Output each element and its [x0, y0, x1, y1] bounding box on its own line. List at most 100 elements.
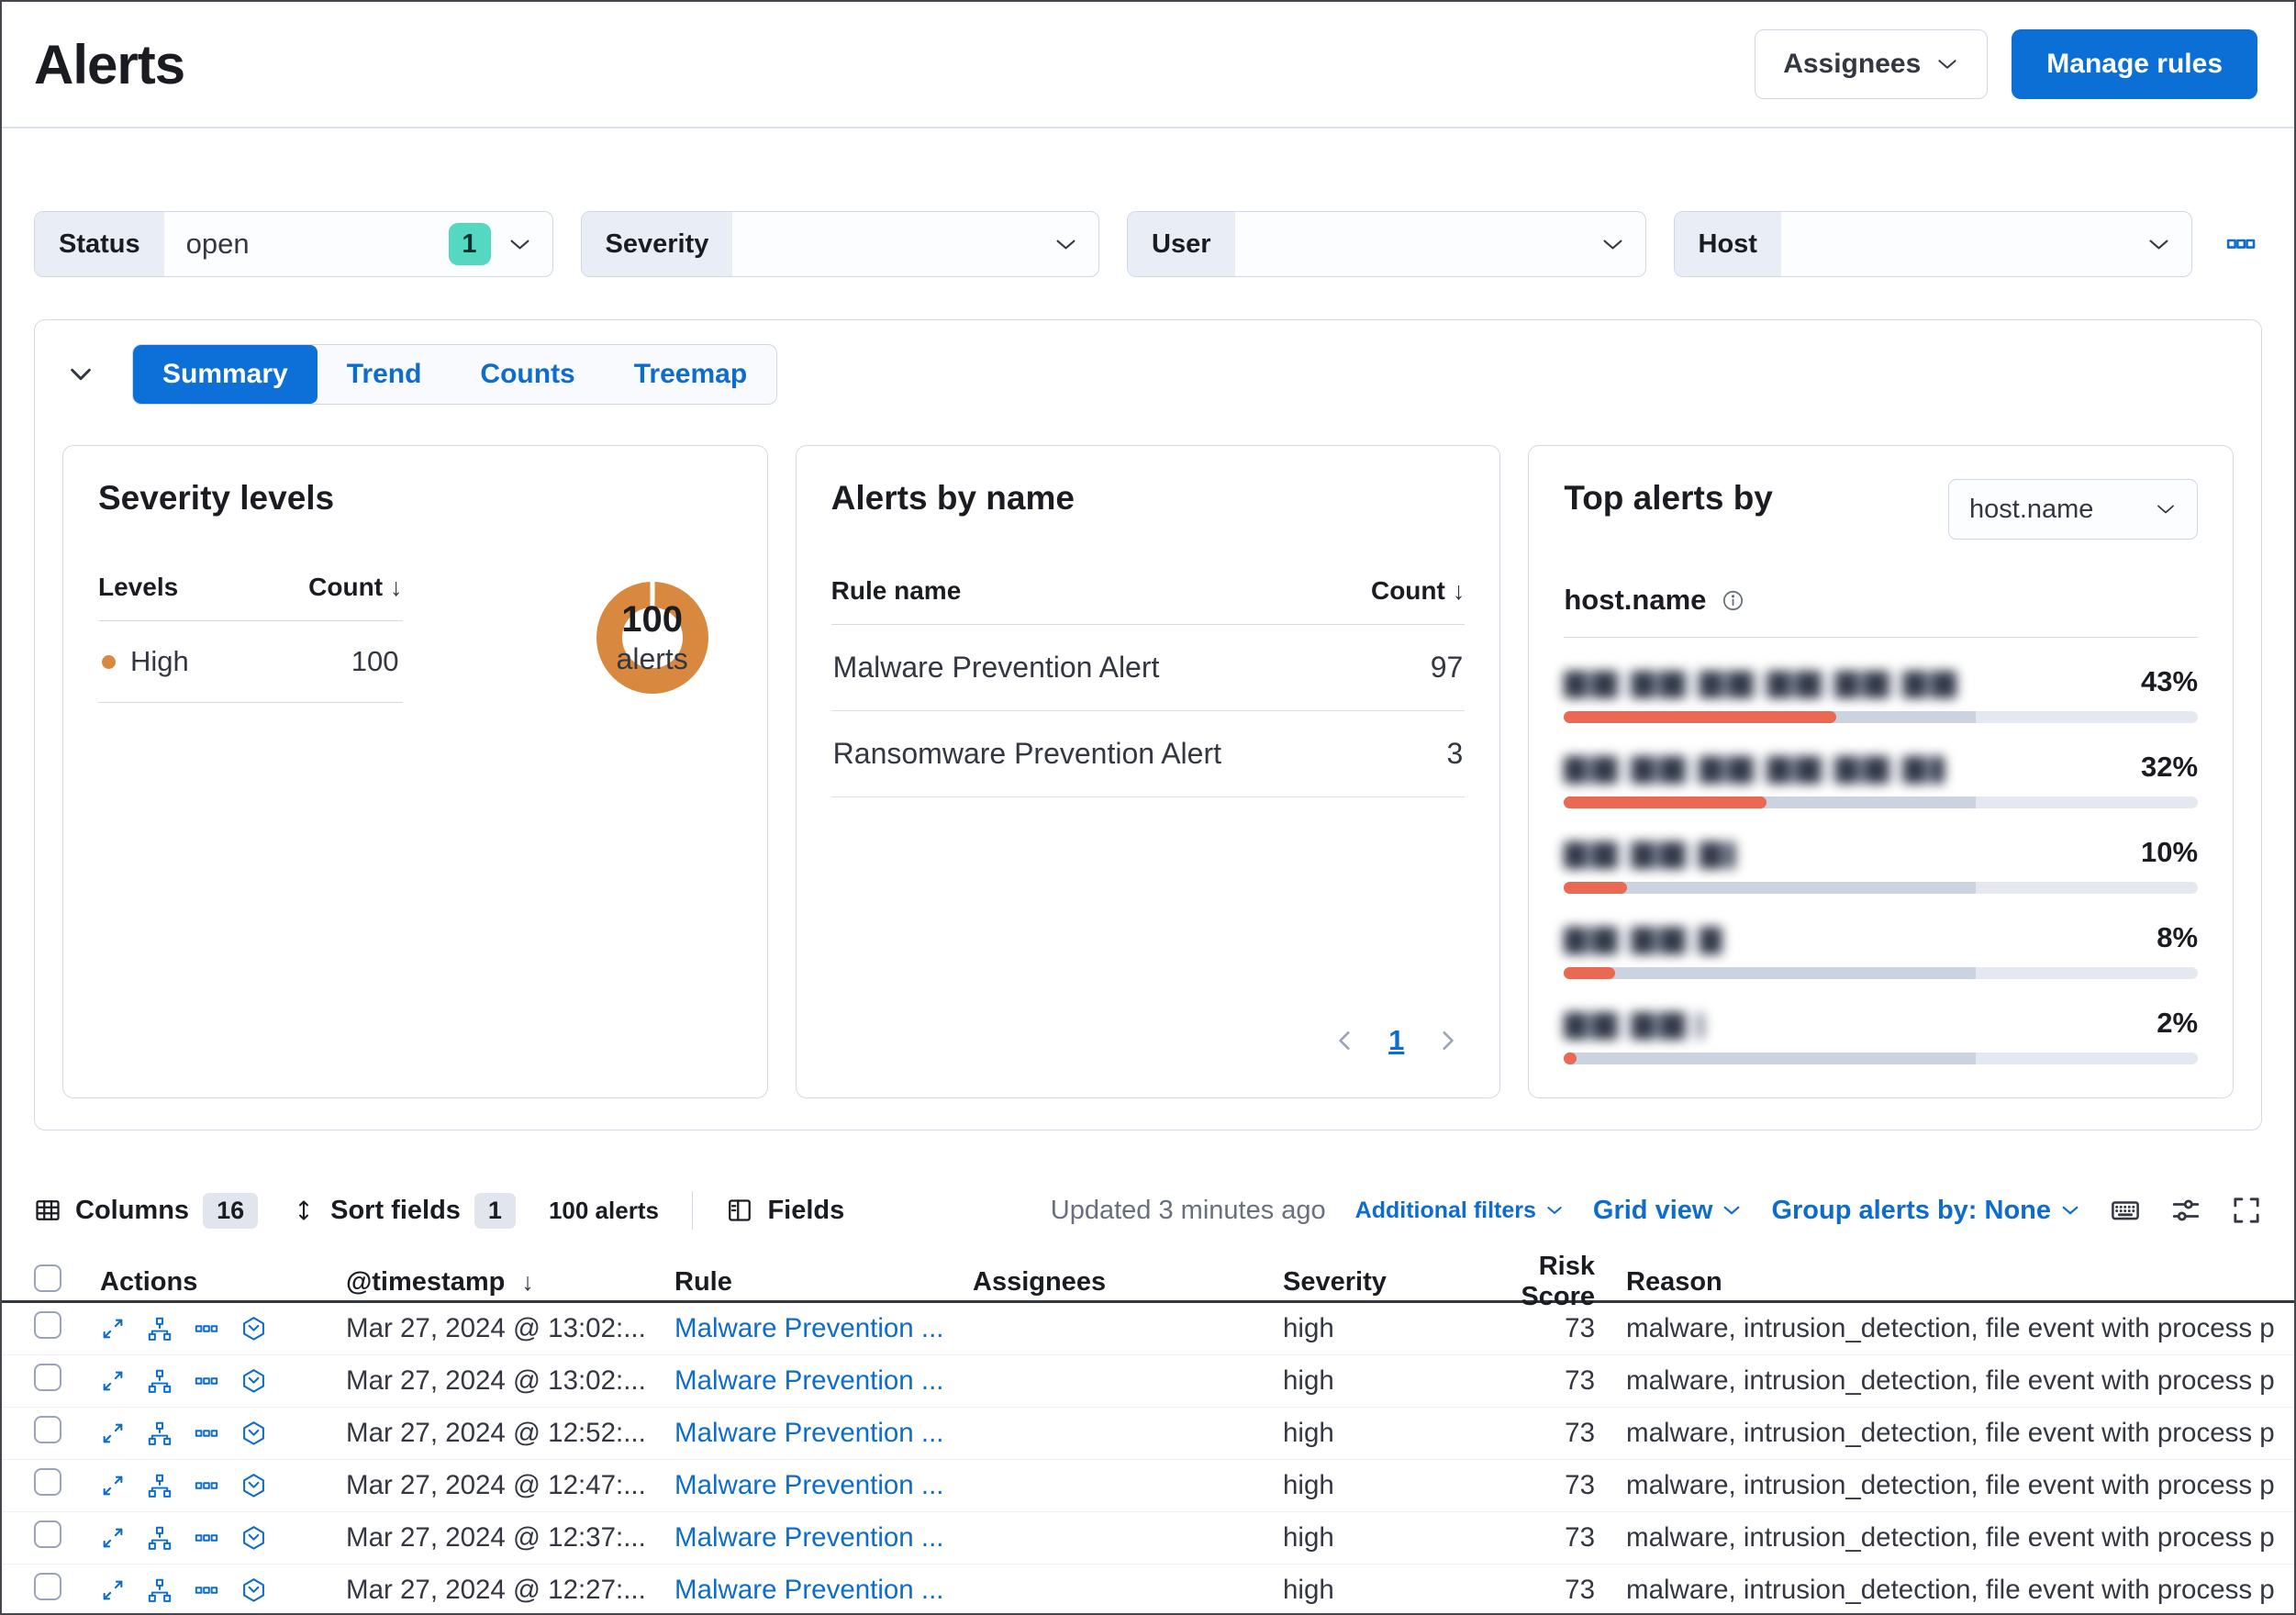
timestamp-column-header[interactable]: @timestamp ↓: [346, 1267, 674, 1298]
tab-trend[interactable]: Trend: [318, 345, 451, 404]
page-header: Alerts Assignees Manage rules: [2, 2, 2294, 99]
analyze-event-icon[interactable]: [147, 1525, 173, 1551]
rule-link[interactable]: Malware Prevention ...: [674, 1575, 944, 1605]
grid-settings-icon[interactable]: [2170, 1195, 2201, 1226]
severity-cell: high: [1283, 1522, 1334, 1553]
updated-status: Updated 3 minutes ago: [1050, 1195, 1326, 1225]
severity-level-row: High 100: [98, 621, 403, 703]
toolbar-divider: [691, 1191, 694, 1230]
assignees-column-header[interactable]: Assignees: [973, 1267, 1283, 1298]
top-alerts-row: 32%: [1564, 751, 2199, 808]
alerts-by-name-row: Ransomware Prevention Alert 3: [830, 711, 1466, 797]
severity-donut-chart: 100 alerts: [596, 582, 708, 694]
timestamp-cell: Mar 27, 2024 @ 13:02:...: [346, 1313, 646, 1343]
collapse-panel-icon[interactable]: [62, 356, 99, 393]
rule-column-header[interactable]: Rule: [674, 1267, 973, 1298]
columns-button[interactable]: Columns 16: [34, 1192, 259, 1229]
rule-name-cell: Ransomware Prevention Alert: [832, 737, 1221, 770]
rule-link[interactable]: Malware Prevention ...: [674, 1313, 944, 1343]
severity-cell: high: [1283, 1313, 1334, 1343]
expand-alert-icon[interactable]: [100, 1420, 126, 1446]
analyze-event-icon[interactable]: [147, 1577, 173, 1603]
chevron-down-icon: [1053, 232, 1078, 257]
sort-fields-button[interactable]: Sort fields 1: [291, 1192, 516, 1229]
session-view-icon[interactable]: [240, 1420, 267, 1447]
manage-rules-button[interactable]: Manage rules: [2012, 29, 2257, 99]
next-page-icon[interactable]: [1435, 1029, 1459, 1053]
user-filter[interactable]: User: [1127, 211, 1646, 277]
manage-rules-label: Manage rules: [2046, 49, 2223, 79]
severity-level-label: High: [130, 645, 189, 677]
info-icon[interactable]: [1721, 588, 1745, 613]
percentage-bar-track: [1564, 967, 2199, 979]
more-actions-icon[interactable]: [194, 1525, 219, 1551]
more-actions-icon[interactable]: [194, 1316, 219, 1342]
alert-row: Mar 27, 2024 @ 13:02:... Malware Prevent…: [2, 1303, 2294, 1355]
top-alerts-field-select[interactable]: host.name: [1948, 479, 2199, 540]
expand-alert-icon[interactable]: [100, 1577, 126, 1603]
chevron-down-icon: [2155, 498, 2177, 520]
severity-cell: high: [1283, 1365, 1334, 1396]
row-checkbox[interactable]: [34, 1311, 61, 1339]
row-checkbox[interactable]: [34, 1416, 61, 1443]
rule-link[interactable]: Malware Prevention ...: [674, 1418, 944, 1448]
more-actions-icon[interactable]: [194, 1368, 219, 1394]
top-alerts-row: 2%: [1564, 1007, 2199, 1064]
top-alerts-row: 43%: [1564, 665, 2199, 723]
more-actions-icon[interactable]: [194, 1473, 219, 1498]
reason-cell: malware, intrusion_detection, file event…: [1626, 1418, 2275, 1448]
host-filter[interactable]: Host: [1673, 211, 2192, 277]
additional-filters-button[interactable]: Additional filters: [1355, 1197, 1564, 1224]
session-view-icon[interactable]: [240, 1316, 267, 1342]
tab-treemap[interactable]: Treemap: [605, 345, 776, 404]
page-number[interactable]: 1: [1388, 1024, 1404, 1057]
severity-filter[interactable]: Severity: [580, 211, 1099, 277]
assignees-button[interactable]: Assignees: [1755, 29, 1989, 99]
rule-link[interactable]: Malware Prevention ...: [674, 1522, 944, 1553]
expand-alert-icon[interactable]: [100, 1316, 126, 1342]
select-all-checkbox[interactable]: [34, 1264, 61, 1292]
analyze-event-icon[interactable]: [147, 1316, 173, 1342]
more-filters-icon[interactable]: [2220, 223, 2262, 265]
analyze-event-icon[interactable]: [147, 1368, 173, 1394]
tab-counts[interactable]: Counts: [451, 345, 604, 404]
session-view-icon[interactable]: [240, 1473, 267, 1499]
analyze-event-icon[interactable]: [147, 1420, 173, 1446]
more-actions-icon[interactable]: [194, 1420, 219, 1446]
session-view-icon[interactable]: [240, 1525, 267, 1552]
row-checkbox[interactable]: [34, 1520, 61, 1548]
row-checkbox[interactable]: [34, 1573, 61, 1600]
count-column-header[interactable]: Count ↓: [1371, 576, 1465, 606]
percentage-bar-track: [1564, 711, 2199, 723]
expand-alert-icon[interactable]: [100, 1525, 126, 1551]
risk-score-column-header[interactable]: Risk Score: [1468, 1252, 1599, 1312]
rule-link[interactable]: Malware Prevention ...: [674, 1365, 944, 1396]
session-view-icon[interactable]: [240, 1368, 267, 1395]
top-alerts-list: 43% 32% 10% 8% 2%: [1564, 665, 2199, 1064]
reason-cell: malware, intrusion_detection, file event…: [1626, 1365, 2275, 1396]
rule-link[interactable]: Malware Prevention ...: [674, 1470, 944, 1500]
row-checkbox[interactable]: [34, 1468, 61, 1496]
keyboard-shortcuts-icon[interactable]: [2110, 1195, 2141, 1226]
columns-icon: [34, 1197, 61, 1224]
status-count-badge: 1: [448, 223, 491, 265]
fields-button[interactable]: Fields: [726, 1196, 844, 1226]
status-filter[interactable]: Status open 1: [34, 211, 553, 277]
analyze-event-icon[interactable]: [147, 1473, 173, 1498]
more-actions-icon[interactable]: [194, 1577, 219, 1603]
row-checkbox[interactable]: [34, 1364, 61, 1391]
session-view-icon[interactable]: [240, 1577, 267, 1604]
risk-score-cell: 73: [1565, 1575, 1595, 1605]
rule-count-cell: 97: [1430, 651, 1464, 684]
expand-alert-icon[interactable]: [100, 1368, 126, 1394]
grid-view-button[interactable]: Grid view: [1593, 1196, 1743, 1226]
previous-page-icon[interactable]: [1333, 1029, 1357, 1053]
tab-summary[interactable]: Summary: [133, 345, 318, 404]
reason-column-header[interactable]: Reason: [1599, 1267, 2294, 1298]
group-alerts-by-button[interactable]: Group alerts by: None: [1771, 1196, 2080, 1226]
sort-icon: [291, 1197, 317, 1223]
fullscreen-icon[interactable]: [2231, 1195, 2262, 1226]
count-column-header[interactable]: Count ↓: [308, 573, 402, 602]
expand-alert-icon[interactable]: [100, 1473, 126, 1498]
severity-column-header[interactable]: Severity: [1283, 1267, 1468, 1298]
